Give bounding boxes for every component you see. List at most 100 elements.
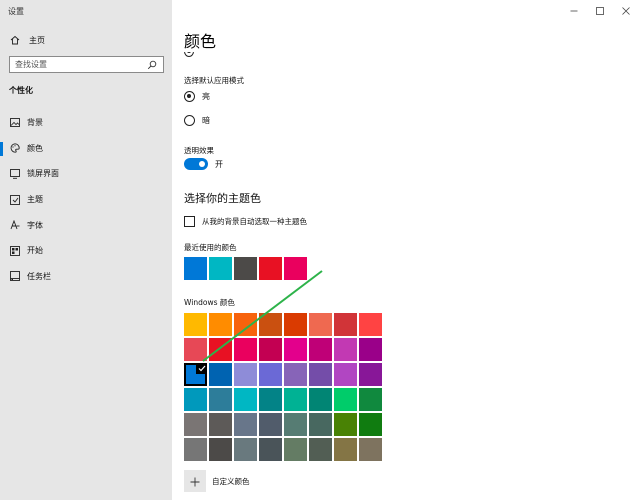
transparency-toggle-row: 开 [184, 158, 223, 170]
custom-color-row[interactable]: 自定义颜色 [184, 470, 250, 492]
color-swatch[interactable] [334, 338, 357, 361]
color-swatch[interactable] [259, 438, 282, 461]
color-swatch[interactable] [334, 438, 357, 461]
radio-button[interactable] [184, 115, 195, 126]
color-swatch[interactable] [359, 413, 382, 436]
recent-color-swatch[interactable] [209, 257, 232, 280]
sidebar-item-themes[interactable]: 主题 [0, 187, 172, 213]
radio-label: 暗 [202, 116, 210, 125]
minimize-button[interactable] [561, 2, 587, 16]
color-swatch[interactable] [284, 338, 307, 361]
color-swatch[interactable] [234, 338, 257, 361]
checkmark-icon [196, 363, 207, 374]
color-swatch[interactable] [209, 313, 232, 336]
color-swatch[interactable] [359, 363, 382, 386]
color-swatch[interactable] [334, 388, 357, 411]
color-swatch[interactable] [209, 438, 232, 461]
color-swatch[interactable] [234, 363, 257, 386]
color-swatch[interactable] [359, 438, 382, 461]
sidebar: 设置 主页 个性化 背景 颜色 锁屏界面 [0, 0, 172, 500]
color-swatch[interactable] [309, 438, 332, 461]
sidebar-item-colors[interactable]: 颜色 [0, 136, 172, 162]
color-swatch[interactable] [359, 338, 382, 361]
color-swatch[interactable] [184, 413, 207, 436]
color-swatch[interactable] [334, 313, 357, 336]
nav-home[interactable]: 主页 [0, 30, 172, 50]
color-swatch[interactable] [309, 313, 332, 336]
color-swatch[interactable] [309, 338, 332, 361]
recent-color-swatch[interactable] [259, 257, 282, 280]
search-icon[interactable] [145, 58, 159, 72]
font-icon [10, 220, 20, 230]
color-swatch[interactable] [184, 363, 207, 386]
search-input[interactable] [10, 60, 145, 69]
color-swatch[interactable] [209, 363, 232, 386]
sidebar-item-start[interactable]: 开始 [0, 238, 172, 264]
windows-colors-grid [184, 313, 382, 461]
color-swatch[interactable] [284, 438, 307, 461]
auto-pick-row[interactable]: 从我的背景自动选取一种主题色 [184, 216, 307, 227]
color-swatch[interactable] [234, 313, 257, 336]
section-header: 个性化 [9, 86, 33, 95]
recent-color-swatch[interactable] [184, 257, 207, 280]
sidebar-item-background[interactable]: 背景 [0, 110, 172, 136]
color-swatch[interactable] [334, 413, 357, 436]
color-swatch[interactable] [259, 413, 282, 436]
color-swatch[interactable] [284, 313, 307, 336]
sidebar-item-label: 任务栏 [27, 271, 51, 281]
taskbar-icon [10, 271, 20, 282]
color-swatch[interactable] [309, 413, 332, 436]
auto-pick-checkbox[interactable] [184, 216, 195, 227]
sidebar-item-taskbar[interactable]: 任务栏 [0, 264, 172, 290]
transparency-heading: 透明效果 [184, 146, 214, 155]
plus-icon [190, 472, 200, 491]
color-swatch[interactable] [184, 313, 207, 336]
color-swatch[interactable] [284, 413, 307, 436]
minimize-icon [570, 0, 578, 19]
color-swatch[interactable] [309, 388, 332, 411]
radio-button[interactable] [184, 91, 195, 102]
color-swatch[interactable] [259, 313, 282, 336]
app-mode-heading: 选择默认应用模式 [184, 76, 244, 85]
color-swatch[interactable] [184, 388, 207, 411]
window-controls [561, 2, 639, 16]
transparency-toggle[interactable] [184, 158, 208, 170]
color-swatch[interactable] [234, 388, 257, 411]
radio-option-light[interactable]: 亮 [184, 91, 210, 102]
maximize-button[interactable] [587, 2, 613, 16]
color-swatch[interactable] [359, 313, 382, 336]
maximize-icon [596, 0, 604, 19]
color-swatch[interactable] [259, 388, 282, 411]
color-swatch[interactable] [184, 338, 207, 361]
sidebar-item-label: 开始 [27, 246, 43, 256]
recent-color-swatch[interactable] [234, 257, 257, 280]
sidebar-item-label: 锁屏界面 [27, 169, 59, 179]
radio-option-dark[interactable]: 暗 [184, 115, 210, 126]
sidebar-item-fonts[interactable]: 字体 [0, 212, 172, 238]
custom-color-label: 自定义颜色 [212, 476, 250, 486]
recent-colors-heading: 最近使用的颜色 [184, 243, 237, 252]
custom-color-button[interactable] [184, 470, 206, 492]
color-swatch[interactable] [284, 388, 307, 411]
color-swatch[interactable] [184, 438, 207, 461]
color-swatch[interactable] [334, 363, 357, 386]
nav-list: 背景 颜色 锁屏界面 主题 字体 开始 任务栏 [0, 110, 172, 289]
color-swatch[interactable] [209, 338, 232, 361]
color-swatch[interactable] [309, 363, 332, 386]
color-swatch[interactable] [359, 388, 382, 411]
color-swatch[interactable] [234, 413, 257, 436]
close-icon [622, 0, 630, 19]
color-swatch[interactable] [234, 438, 257, 461]
close-button[interactable] [613, 2, 639, 16]
color-swatch[interactable] [284, 363, 307, 386]
sidebar-item-label: 主题 [27, 195, 43, 205]
sidebar-item-lock-screen[interactable]: 锁屏界面 [0, 161, 172, 187]
auto-pick-label: 从我的背景自动选取一种主题色 [202, 217, 307, 226]
search-box[interactable] [9, 56, 164, 73]
transparency-state-label: 开 [215, 159, 223, 169]
color-swatch[interactable] [209, 388, 232, 411]
color-swatch[interactable] [259, 338, 282, 361]
color-swatch[interactable] [259, 363, 282, 386]
color-swatch[interactable] [209, 413, 232, 436]
recent-color-swatch[interactable] [284, 257, 307, 280]
